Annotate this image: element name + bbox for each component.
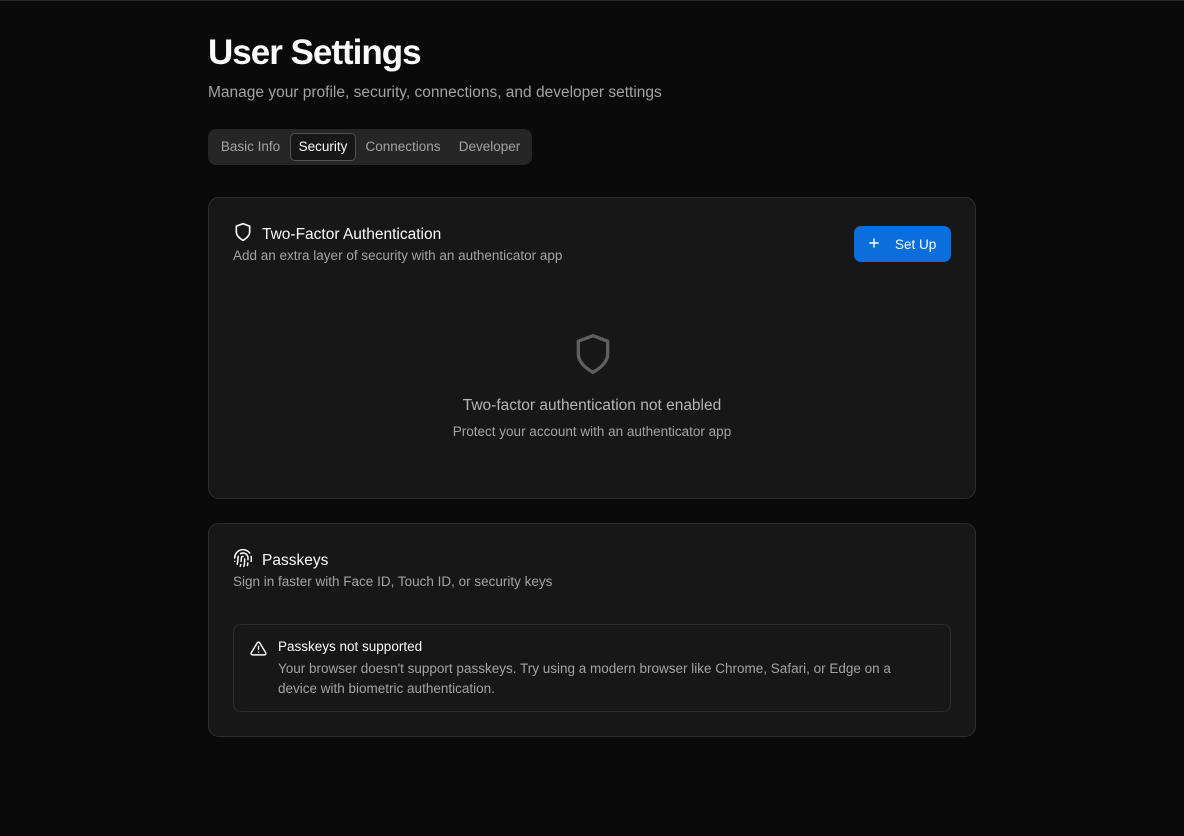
passkeys-description: Sign in faster with Face ID, Touch ID, o…: [233, 574, 553, 589]
alert-description: Your browser doesn't support passkeys. T…: [278, 661, 891, 696]
two-factor-card: Two-Factor Authentication Add an extra l…: [208, 197, 976, 499]
two-factor-header: Two-Factor Authentication: [233, 222, 441, 247]
settings-tabs: Basic Info Security Connections Develope…: [208, 129, 532, 165]
tab-security[interactable]: Security: [290, 133, 356, 161]
two-factor-empty-title: Two-factor authentication not enabled: [462, 397, 722, 414]
setup-two-factor-button[interactable]: Set Up: [854, 226, 951, 262]
two-factor-empty-subtitle: Protect your account with an authenticat…: [452, 424, 732, 439]
fingerprint-icon: [233, 548, 253, 573]
passkeys-header: Passkeys: [233, 548, 328, 573]
page-subtitle: Manage your profile, security, connectio…: [208, 84, 662, 101]
plus-icon: [867, 236, 881, 253]
top-border: [0, 0, 1184, 1]
page-title: User Settings: [208, 33, 422, 72]
two-factor-title: Two-Factor Authentication: [262, 225, 442, 243]
alert-title: Passkeys not supported: [278, 639, 423, 654]
shield-icon: [571, 330, 615, 383]
setup-button-label: Set Up: [895, 236, 937, 252]
two-factor-description: Add an extra layer of security with an a…: [233, 248, 563, 263]
passkeys-card: Passkeys Sign in faster with Face ID, To…: [208, 523, 976, 737]
warning-triangle-icon: [250, 640, 267, 662]
tab-connections[interactable]: Connections: [359, 133, 447, 161]
tab-developer[interactable]: Developer: [451, 133, 528, 161]
passkeys-title: Passkeys: [262, 551, 329, 569]
tab-basic-info[interactable]: Basic Info: [212, 133, 289, 161]
shield-icon: [233, 222, 253, 247]
passkeys-not-supported-alert: Passkeys not supported Your browser does…: [233, 624, 951, 712]
